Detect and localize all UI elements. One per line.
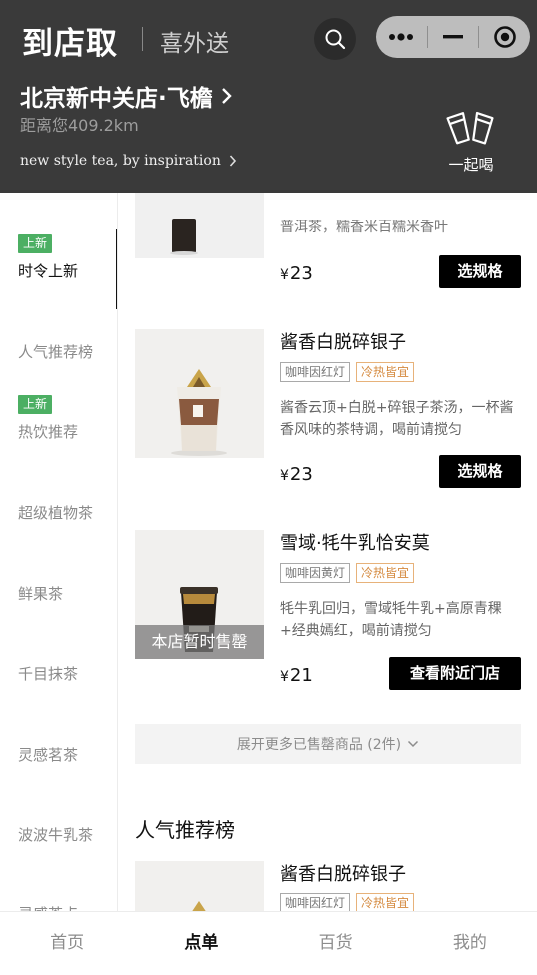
soldout-label: 本店暂时售罄 — [135, 625, 264, 659]
sidebar-item-boba-milk-tea[interactable]: 波波牛乳茶 — [18, 824, 93, 845]
miniprogram-capsule — [376, 16, 530, 58]
store-distance: 距离您409.2km — [20, 116, 139, 135]
tab-order[interactable]: 点单 — [134, 912, 268, 975]
currency-symbol: ¥ — [280, 267, 289, 283]
product-name: 雪域·牦牛乳恰安莫 — [280, 533, 430, 554]
drink-cup-image — [135, 193, 264, 258]
price-value: 23 — [289, 464, 313, 485]
sidebar-item-plant-tea[interactable]: 超级植物茶 — [18, 502, 93, 523]
price-value: 23 — [289, 263, 313, 284]
temperature-tag: 冷热皆宜 — [356, 893, 415, 911]
product-description: 牦牛乳回归，雪域牦牛乳+高原青稞+经典嫣红，喝前请搅匀 — [280, 601, 502, 639]
expand-soldout-label: 展开更多已售罄商品 (2件) — [236, 737, 402, 753]
product-tags: 咖啡因红灯 冷热皆宜 — [280, 893, 415, 911]
product-price: ¥23 — [280, 263, 313, 284]
product-image[interactable] — [135, 329, 264, 458]
close-button[interactable] — [479, 16, 530, 58]
brand-slogan[interactable]: new style tea, by inspiration — [20, 153, 237, 169]
sidebar-item-inspiration-tea[interactable]: 灵感茗茶 — [18, 744, 78, 765]
more-dots-icon — [389, 33, 414, 41]
chevron-right-icon — [221, 88, 232, 104]
category-sidebar: 上新 时令上新 人气推荐榜 上新 热饮推荐 超级植物茶 鲜果茶 千目抹茶 灵感茗… — [0, 193, 118, 911]
tab-mine[interactable]: 我的 — [403, 912, 537, 975]
drink-cup-image — [135, 329, 264, 458]
product-name: 酱香白脱碎银子 — [280, 864, 406, 885]
product-price: ¥21 — [280, 665, 313, 686]
temperature-tag: 冷热皆宜 — [356, 563, 415, 583]
new-badge: 上新 — [18, 395, 53, 414]
product-tags: 咖啡因黄灯 冷热皆宜 — [280, 563, 415, 583]
sidebar-item-seasonal[interactable]: 时令上新 — [18, 260, 78, 281]
product-tags: 咖啡因红灯 冷热皆宜 — [280, 362, 415, 382]
more-button[interactable] — [376, 16, 427, 58]
two-cups-icon — [446, 111, 494, 145]
close-target-icon — [493, 26, 516, 48]
product-image[interactable] — [135, 861, 264, 911]
tab-home[interactable]: 首页 — [0, 912, 134, 975]
group-order-label: 一起喝 — [448, 156, 494, 174]
store-selector[interactable]: 北京新中关店·飞檐 — [20, 79, 233, 113]
product-image[interactable]: 本店暂时售罄 — [135, 530, 264, 659]
minimize-button[interactable] — [428, 16, 479, 58]
drink-cup-image — [135, 861, 264, 911]
product-description: 酱香云顶+白脱+碎银子茶汤，一杯酱香风味的茶特调，喝前请搅匀 — [280, 400, 514, 438]
temperature-tag: 冷热皆宜 — [356, 362, 415, 382]
product-image[interactable] — [135, 193, 264, 258]
nearby-stores-button[interactable]: 查看附近门店 — [389, 657, 521, 690]
slogan-text: new style tea, by inspiration — [20, 153, 221, 169]
select-spec-button[interactable]: 选规格 — [439, 255, 521, 288]
search-icon — [325, 29, 346, 50]
bottom-tab-bar: 首页 点单 百货 我的 — [0, 911, 537, 975]
sidebar-item-hot-drinks[interactable]: 热饮推荐 — [18, 421, 78, 442]
price-value: 21 — [289, 665, 313, 686]
search-button[interactable] — [314, 18, 356, 60]
currency-symbol: ¥ — [280, 468, 289, 484]
sidebar-item-matcha[interactable]: 千目抹茶 — [18, 663, 78, 684]
group-order-button[interactable]: 一起喝 — [440, 108, 502, 175]
tab-delivery[interactable]: 喜外送 — [160, 24, 229, 58]
minimize-icon — [443, 35, 463, 39]
product-description: 普洱茶，糯香米百糯米香叶 — [280, 220, 448, 235]
caffeine-tag: 咖啡因红灯 — [280, 362, 351, 382]
caffeine-tag: 咖啡因红灯 — [280, 893, 351, 911]
currency-symbol: ¥ — [280, 669, 289, 685]
tab-pickup[interactable]: 到店取 — [22, 18, 118, 63]
section-title: 人气推荐榜 — [135, 818, 235, 842]
product-price: ¥23 — [280, 464, 313, 485]
chevron-down-icon — [408, 740, 419, 748]
tab-store[interactable]: 百货 — [269, 912, 403, 975]
expand-soldout-button[interactable]: 展开更多已售罄商品 (2件) — [135, 724, 521, 764]
mode-divider — [142, 27, 143, 51]
select-spec-button[interactable]: 选规格 — [439, 455, 521, 488]
store-name-label: 北京新中关店·飞檐 — [20, 86, 213, 112]
sidebar-item-snacks[interactable]: 灵感茶点 — [18, 903, 78, 911]
sidebar-item-fruit-tea[interactable]: 鲜果茶 — [18, 583, 63, 604]
product-list: 普洱茶，糯香米百糯米香叶 ¥23 选规格 酱香白脱碎银子 咖啡因红灯 冷热皆宜 … — [118, 193, 537, 911]
sidebar-item-popular[interactable]: 人气推荐榜 — [18, 341, 93, 362]
caffeine-tag: 咖啡因黄灯 — [280, 563, 351, 583]
product-name: 酱香白脱碎银子 — [280, 332, 406, 353]
new-badge: 上新 — [18, 234, 53, 253]
chevron-right-icon — [229, 155, 236, 167]
store-header: 到店取 喜外送 北京新中关店·飞檐 距离您409.2km new style t… — [0, 0, 537, 193]
